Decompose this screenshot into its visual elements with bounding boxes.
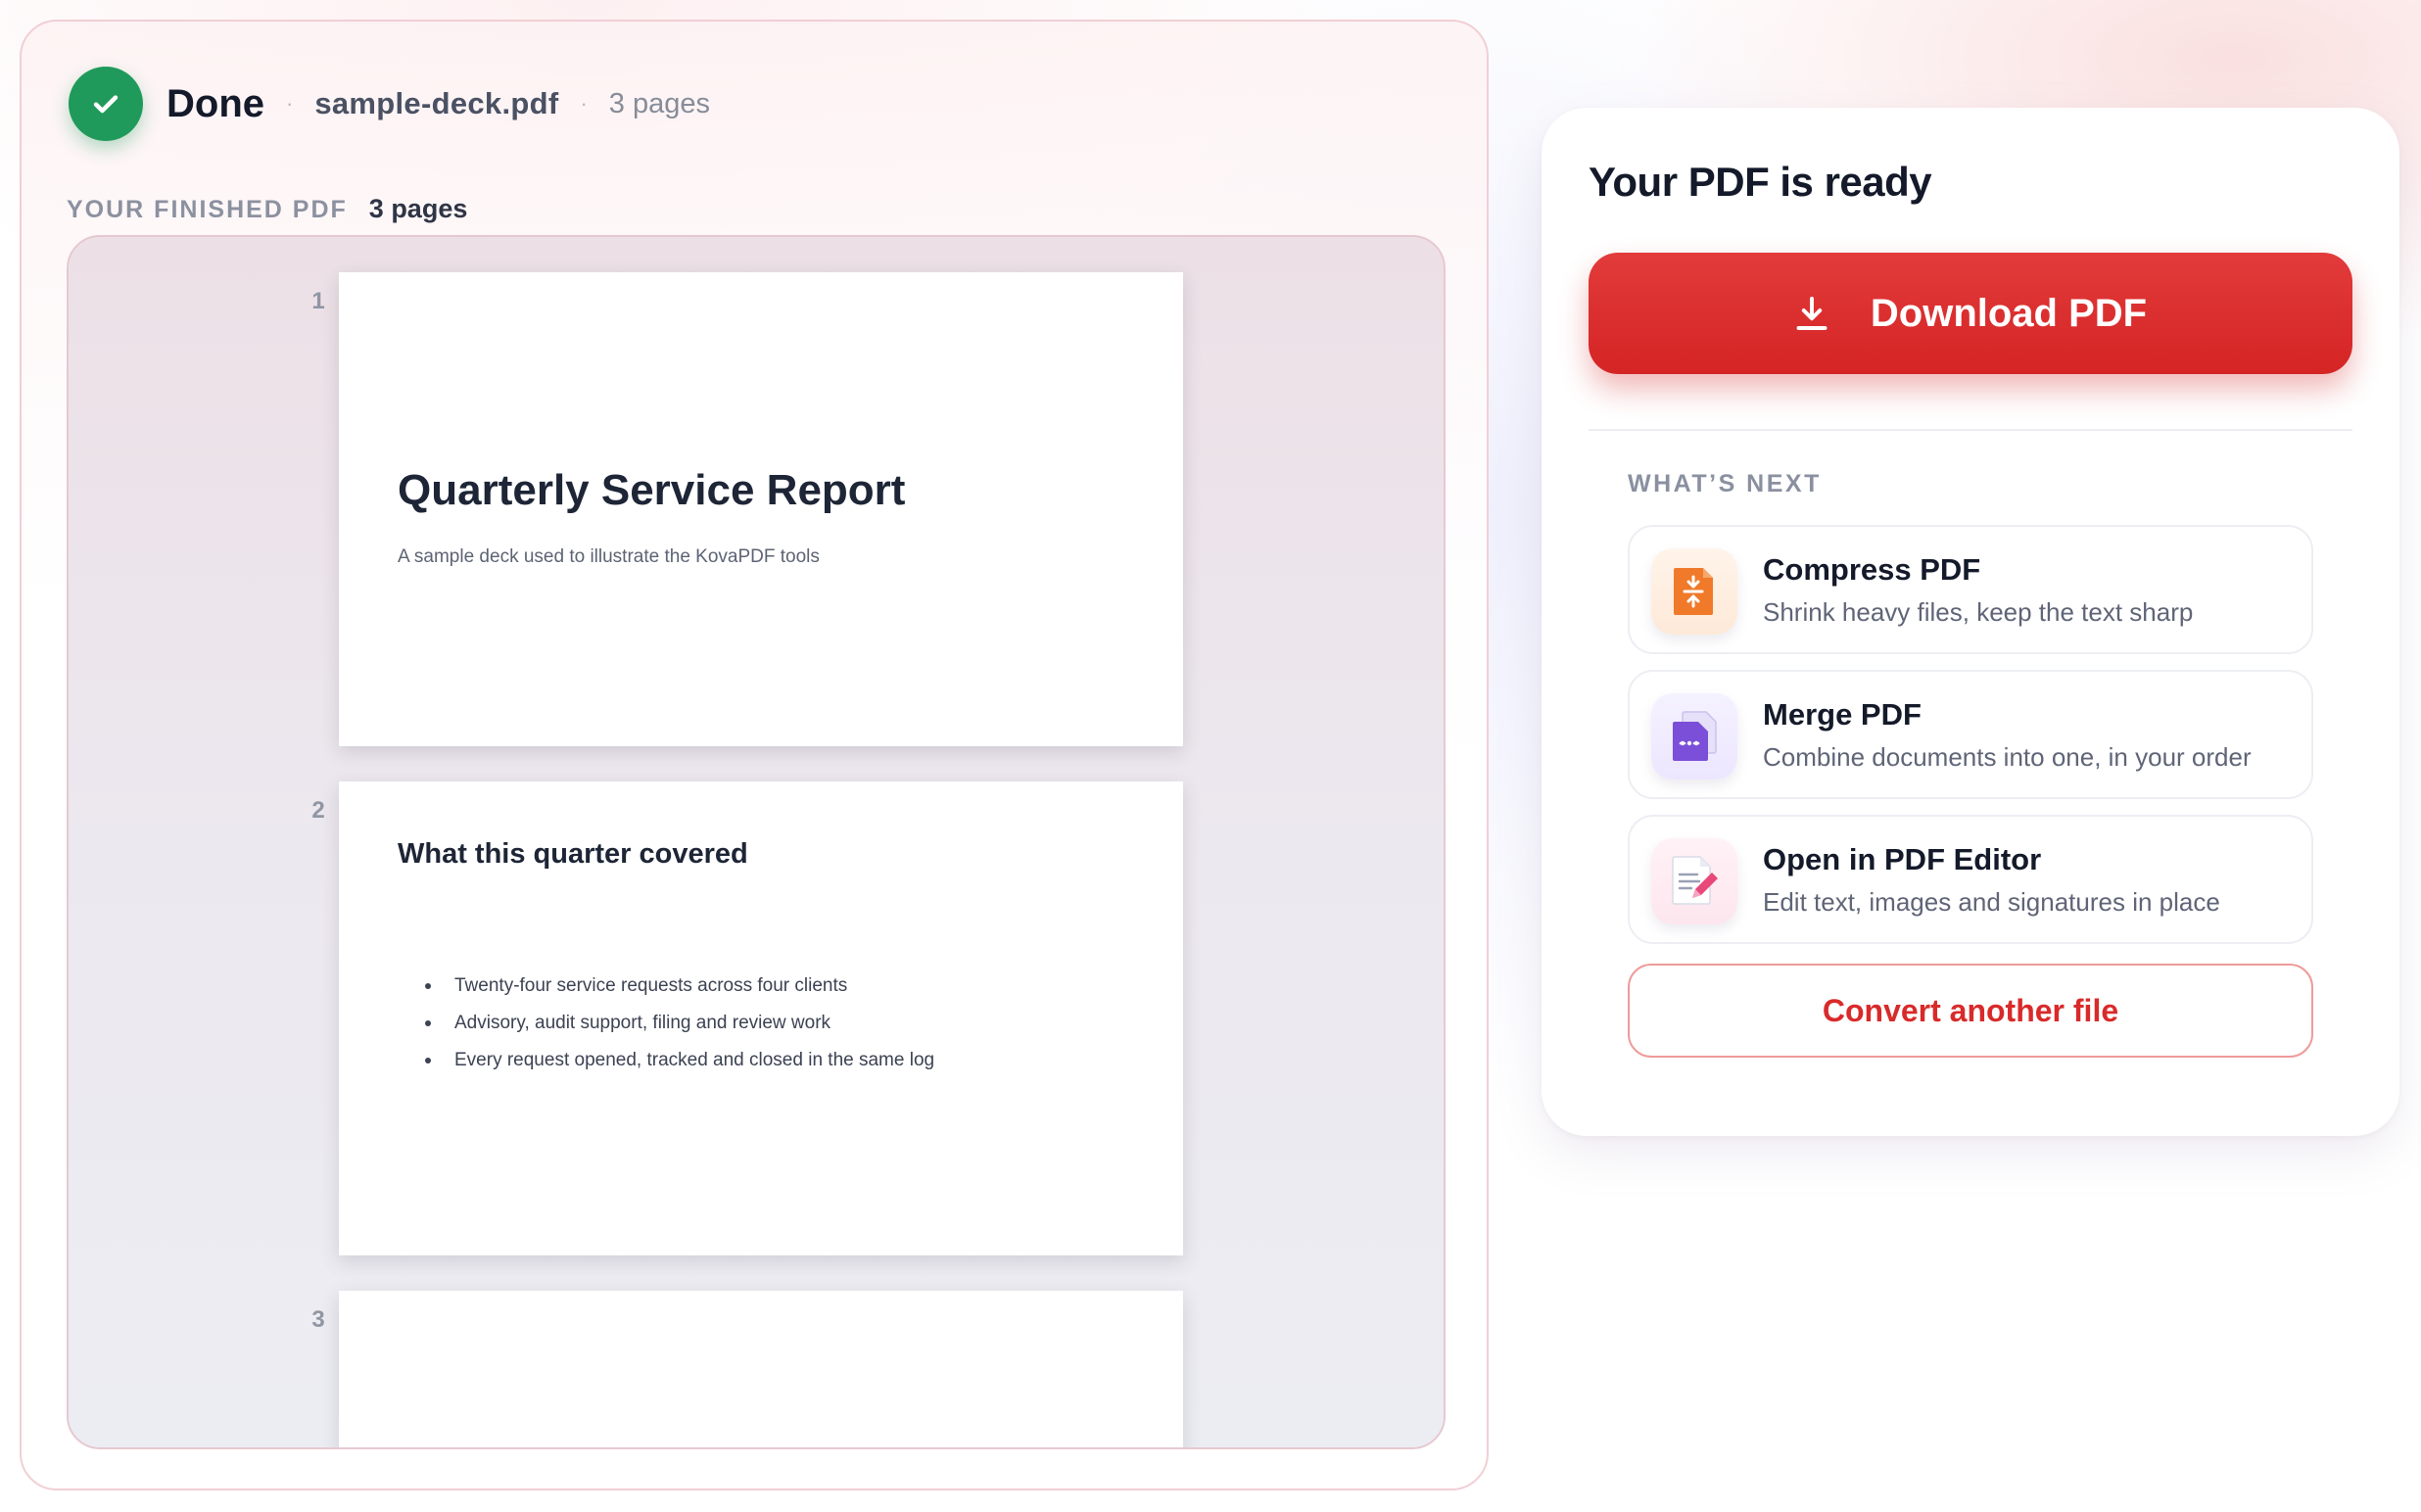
result-panel: Done · sample-deck.pdf · 3 pages YOUR FI…	[20, 20, 1489, 1490]
option-description: Edit text, images and signatures in plac…	[1763, 887, 2220, 917]
page-title: Quarterly Service Report	[398, 466, 906, 514]
merge-icon	[1651, 693, 1737, 780]
compress-pdf-option[interactable]: Compress PDF Shrink heavy files, keep th…	[1628, 525, 2313, 654]
page-count: 3 pages	[608, 87, 710, 119]
page-heading: What this quarter covered	[398, 838, 748, 870]
convert-another-label: Convert another file	[1822, 992, 2119, 1028]
download-label: Download PDF	[1870, 291, 2148, 335]
check-circle-icon	[69, 67, 143, 141]
pdf-preview-scroll-area[interactable]: 1 Quarterly Service Report A sample deck…	[67, 235, 1446, 1449]
convert-another-file-button[interactable]: Convert another file	[1628, 964, 2313, 1058]
download-icon	[1794, 294, 1829, 333]
finished-pdf-label: YOUR FINISHED PDF	[67, 196, 348, 223]
ready-title: Your PDF is ready	[1589, 159, 1932, 205]
compress-icon	[1651, 548, 1737, 635]
separator-dot: ·	[286, 91, 294, 116]
option-title: Open in PDF Editor	[1763, 842, 2042, 876]
option-title: Merge PDF	[1763, 697, 1922, 732]
status-row: Done · sample-deck.pdf · 3 pages	[69, 67, 710, 141]
list-item: Every request opened, tracked and closed…	[425, 1042, 934, 1079]
page-number: 1	[311, 288, 325, 314]
download-pdf-button[interactable]: Download PDF	[1589, 253, 2352, 374]
option-description: Combine documents into one, in your orde…	[1763, 742, 2252, 772]
list-item: Twenty-four service requests across four…	[425, 968, 934, 1005]
page-number: 3	[311, 1306, 325, 1333]
bullet-list: Twenty-four service requests across four…	[425, 968, 934, 1079]
divider	[1589, 429, 2352, 431]
merge-pdf-option[interactable]: Merge PDF Combine documents into one, in…	[1628, 670, 2313, 799]
whats-next-label: WHAT’S NEXT	[1628, 470, 1822, 497]
open-in-editor-option[interactable]: Open in PDF Editor Edit text, images and…	[1628, 815, 2313, 944]
option-title: Compress PDF	[1763, 552, 1981, 587]
list-item: Advisory, audit support, filing and revi…	[425, 1005, 934, 1042]
option-description: Shrink heavy files, keep the text sharp	[1763, 597, 2194, 627]
pdf-page-thumbnail[interactable]: What this quarter covered Twenty-four se…	[339, 781, 1183, 1255]
pdf-editor-icon	[1651, 838, 1737, 924]
file-name: sample-deck.pdf	[314, 86, 559, 120]
pdf-page-thumbnail[interactable]: Quarterly Service Report A sample deck u…	[339, 272, 1183, 746]
actions-card: Your PDF is ready Download PDF WHAT’S NE…	[1542, 108, 2399, 1136]
page-subtitle: A sample deck used to illustrate the Kov…	[398, 546, 820, 567]
status-label: Done	[166, 81, 264, 125]
finished-page-count: 3 pages	[368, 194, 468, 223]
finished-pdf-header: YOUR FINISHED PDF 3 pages	[67, 194, 467, 224]
pdf-page-thumbnail[interactable]	[339, 1291, 1183, 1447]
separator-dot: ·	[580, 91, 588, 116]
page-number: 2	[311, 797, 325, 824]
